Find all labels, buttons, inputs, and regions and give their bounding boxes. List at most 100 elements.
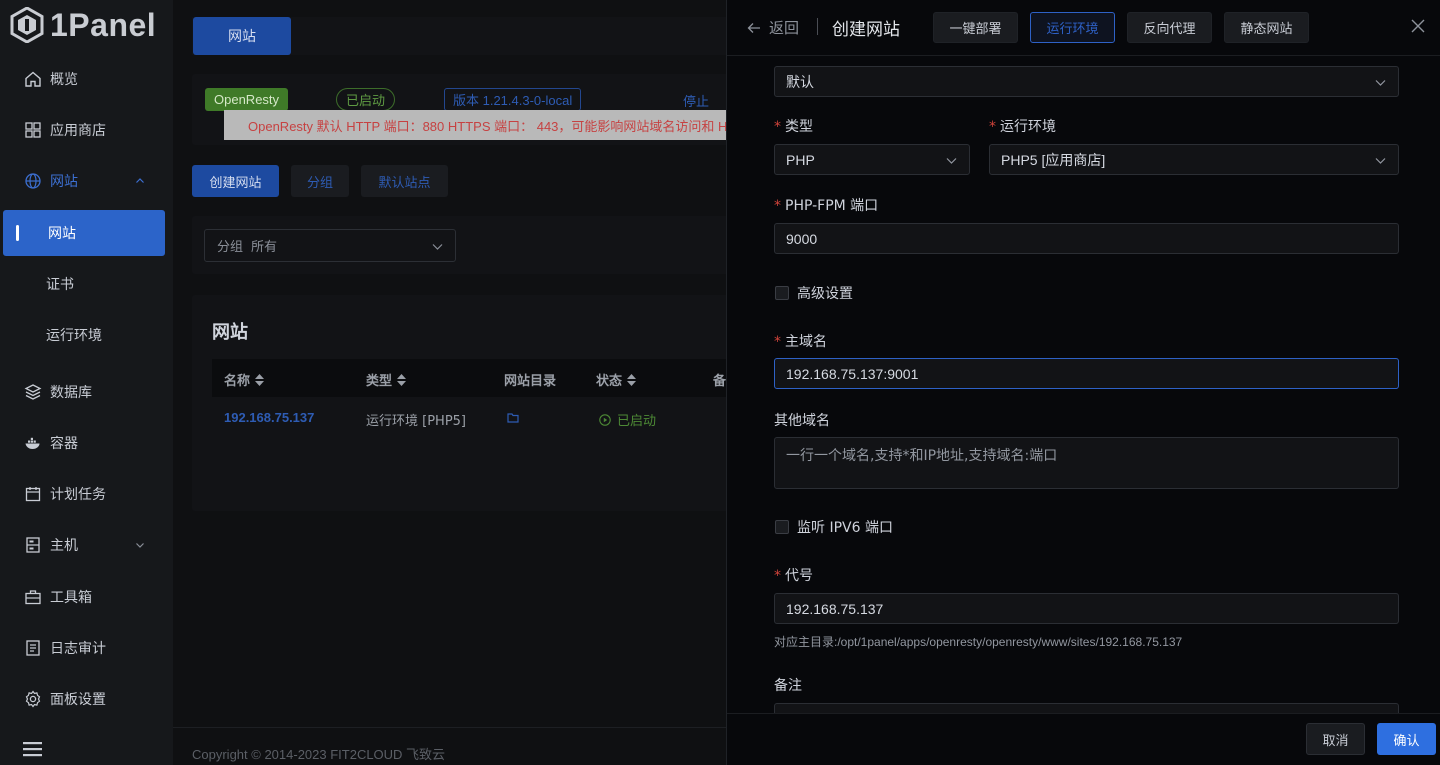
sidebar-sub-website[interactable]: 网站: [3, 210, 165, 256]
column-label: 网站目录: [504, 374, 557, 389]
website-name-link[interactable]: 192.168.75.137: [224, 410, 314, 425]
logo-hex-icon: [10, 7, 44, 43]
group-filter-value: 所有: [251, 240, 278, 255]
menu-collapse-icon[interactable]: [23, 741, 42, 757]
group-button[interactable]: 分组: [291, 165, 349, 197]
home-icon: [24, 70, 42, 88]
sidebar-sub-label: 运行环境: [46, 328, 102, 344]
fpm-port-input[interactable]: 9000: [774, 223, 1399, 254]
globe-icon: [24, 172, 42, 190]
log-icon: [24, 639, 42, 657]
alias-hint: 对应主目录:/opt/1panel/apps/openresty/openres…: [774, 635, 1183, 649]
primary-domain-value: 192.168.75.137:9001: [786, 365, 919, 382]
sidebar-item-host[interactable]: 主机: [0, 522, 173, 568]
footer-divider: [173, 727, 726, 728]
tab-runtime[interactable]: 运行环境: [1030, 12, 1115, 43]
app-name-tag: OpenResty: [205, 88, 289, 111]
sidebar-item-label: 容器: [50, 436, 78, 452]
sidebar-item-toolbox[interactable]: 工具箱: [0, 574, 173, 620]
runtime-select[interactable]: PHP5 [应用商店]: [989, 144, 1399, 175]
logo-text: 1Panel: [50, 6, 157, 43]
sidebar-item-label: 数据库: [50, 385, 92, 401]
chevron-down-icon: [1375, 158, 1386, 164]
sidebar-item-label: 面板设置: [50, 692, 106, 708]
create-website-button[interactable]: 创建网站: [192, 165, 279, 197]
tab-website[interactable]: 网站: [193, 17, 291, 55]
sidebar-item-appstore[interactable]: 应用商店: [0, 107, 173, 153]
tab-static-site[interactable]: 静态网站: [1224, 12, 1309, 43]
remark-label: 备注: [774, 678, 802, 694]
chevron-down-icon: [136, 543, 144, 548]
checkbox-box: [775, 286, 789, 300]
sidebar-item-overview[interactable]: 概览: [0, 56, 173, 102]
fpm-port-label: * PHP-FPM 端口: [774, 198, 879, 214]
sidebar-item-database[interactable]: 数据库: [0, 369, 173, 415]
sort-icon: [627, 373, 637, 386]
default-site-button[interactable]: 默认站点: [361, 165, 448, 197]
header-divider: [817, 18, 818, 35]
sidebar-item-label: 日志审计: [50, 641, 106, 657]
sidebar-sub-certificate[interactable]: 证书: [0, 261, 173, 307]
chevron-down-icon: [946, 158, 957, 164]
runtime-label: * 运行环境: [989, 119, 1056, 135]
group-filter-label: 分组: [217, 240, 244, 255]
folder-icon[interactable]: [507, 412, 519, 423]
other-domains-label: 其他域名: [774, 413, 830, 429]
ipv6-checkbox[interactable]: 监听 IPV6 端口: [775, 517, 893, 537]
type-select[interactable]: PHP: [774, 144, 970, 175]
group-select[interactable]: 默认: [774, 66, 1399, 97]
other-domains-placeholder: 一行一个域名,支持*和IP地址,支持域名:端口: [786, 448, 1058, 464]
gear-icon: [24, 690, 42, 708]
alias-input[interactable]: 192.168.75.137: [774, 593, 1399, 624]
table-header: [212, 359, 726, 397]
sort-icon: [397, 373, 407, 386]
app-status-badge: 已启动: [336, 88, 396, 111]
website-status[interactable]: 已启动: [599, 410, 656, 429]
sidebar-item-label: 网站: [50, 174, 78, 190]
column-header-status[interactable]: 状态: [596, 370, 637, 389]
sidebar-sub-runtime[interactable]: 运行环境: [0, 312, 173, 358]
checkbox-box: [775, 520, 789, 534]
group-filter-select[interactable]: 分组 所有: [204, 229, 456, 262]
sort-icon: [255, 373, 265, 386]
column-header-type[interactable]: 类型: [366, 370, 407, 389]
grid-icon: [24, 121, 42, 139]
port-warning-tooltip: OpenResty 默认 HTTP 端口：880 HTTPS 端口： 443，可…: [224, 110, 726, 140]
sidebar-item-website[interactable]: 网站: [0, 158, 173, 204]
website-table-card: [192, 295, 726, 511]
table-title: 网站: [212, 322, 248, 343]
close-icon[interactable]: [1411, 19, 1425, 33]
drawer-title: 创建网站: [832, 20, 900, 40]
tab-reverse-proxy[interactable]: 反向代理: [1127, 12, 1212, 43]
column-header-remark: 备: [713, 370, 726, 389]
sidebar-item-logs[interactable]: 日志审计: [0, 625, 173, 671]
column-header-name[interactable]: 名称: [224, 370, 265, 389]
fpm-port-value: 9000: [786, 230, 818, 247]
main-content: 网站 OpenResty 已启动 版本 1.21.4.3-0-local 停止 …: [173, 0, 726, 765]
advanced-settings-checkbox[interactable]: 高级设置: [775, 283, 853, 303]
app-version-tag: 版本 1.21.4.3-0-local: [444, 88, 582, 111]
other-domains-textarea[interactable]: 一行一个域名,支持*和IP地址,支持域名:端口: [774, 437, 1399, 489]
layers-icon: [24, 383, 42, 401]
logo[interactable]: 1Panel: [10, 6, 156, 44]
sidebar-item-label: 应用商店: [50, 123, 106, 139]
sidebar: 1Panel 概览 应用商店 网站 网站 证书 运行环境 数据库 容器 计划任务…: [0, 0, 173, 765]
tab-one-click-deploy[interactable]: 一键部署: [933, 12, 1018, 43]
cancel-button[interactable]: 取消: [1306, 723, 1365, 755]
sidebar-item-label: 主机: [50, 538, 78, 554]
sidebar-item-container[interactable]: 容器: [0, 420, 173, 466]
stop-link[interactable]: 停止: [683, 91, 709, 110]
footer-copyright: Copyright © 2014-2023 FIT2CLOUD 飞致云: [192, 747, 446, 762]
sidebar-item-cron[interactable]: 计划任务: [0, 471, 173, 517]
sidebar-item-label: 概览: [50, 72, 78, 88]
column-label: 类型: [366, 374, 393, 389]
primary-domain-input[interactable]: 192.168.75.137:9001: [774, 358, 1399, 389]
arrow-left-icon: [747, 22, 760, 33]
website-status-label: 已启动: [617, 414, 657, 429]
confirm-button[interactable]: 确认: [1377, 723, 1436, 755]
back-button[interactable]: 返回: [747, 17, 799, 38]
sidebar-item-settings[interactable]: 面板设置: [0, 676, 173, 722]
column-label: 备: [713, 374, 726, 389]
calendar-icon: [24, 485, 42, 503]
sidebar-item-label: 工具箱: [50, 590, 92, 606]
